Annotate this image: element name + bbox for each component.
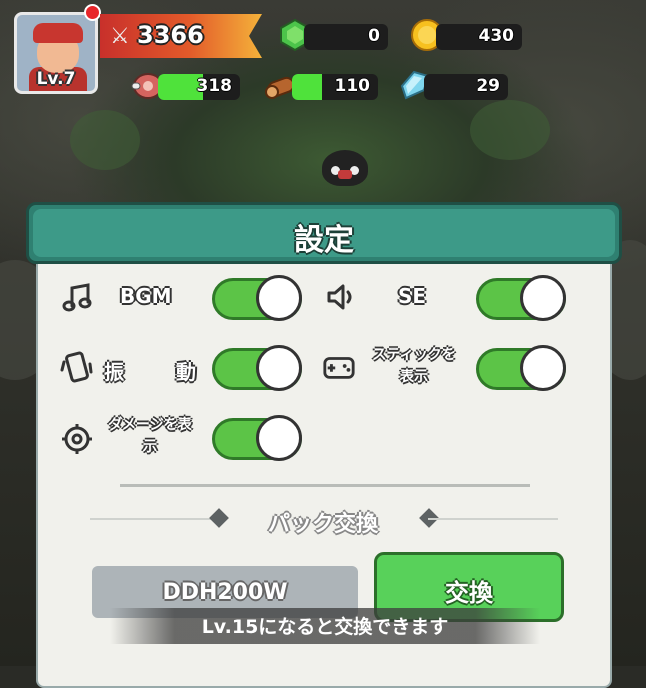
toggle-knob: [256, 415, 302, 461]
creature-mouth: [338, 170, 352, 179]
exchange-button-label: 交換: [445, 579, 493, 607]
vibration-phone-icon: [60, 351, 93, 383]
toggle-knob: [520, 275, 566, 321]
wood-fill-bar: [292, 74, 323, 100]
combat-power-value: 3366: [137, 21, 204, 49]
background-bush: [470, 100, 550, 160]
player-avatar[interactable]: Lv.7: [14, 12, 98, 94]
damage-display-toggle[interactable]: [212, 415, 302, 461]
meat-counter: 318: [158, 74, 240, 100]
pack-exchange-title: パック交換: [267, 512, 378, 537]
notification-dot: [84, 4, 101, 21]
gamepad-icon: [323, 357, 355, 379]
avatar-hat: [33, 23, 83, 43]
combat-power-bar: ⚔ 3366: [100, 14, 262, 58]
crossed-swords-icon: ⚔: [110, 24, 130, 49]
divider: [120, 484, 530, 487]
enemy-creature: [322, 150, 368, 186]
crystal-count: 29: [476, 76, 500, 96]
wood-count: 110: [334, 76, 371, 96]
bgm-toggle[interactable]: [212, 275, 302, 321]
speaker-icon: [327, 284, 352, 310]
coin-count: 430: [478, 26, 515, 46]
stick-label: スティックを 表示: [366, 344, 462, 388]
vibration-label-2: 動: [176, 360, 196, 384]
player-level: Lv.7: [36, 69, 76, 89]
toggle-knob: [256, 275, 302, 321]
coin-counter: 430: [436, 24, 522, 50]
stick-label-line1: スティックを: [372, 347, 456, 363]
damage-label-line2: 示: [143, 439, 157, 455]
damage-display-label: ダメージを表 示: [102, 414, 198, 458]
bgm-label: BGM: [120, 284, 172, 308]
gem-count: 0: [368, 26, 380, 46]
crystal-counter: 29: [424, 74, 508, 100]
settings-title: 設定: [294, 223, 354, 258]
stick-label-line2: 表示: [400, 369, 428, 385]
toggle-knob: [520, 345, 566, 391]
music-note-icon: [62, 283, 92, 312]
section-line-right: [428, 518, 558, 520]
gem-counter: 0: [304, 24, 388, 50]
vibration-toggle[interactable]: [212, 345, 302, 391]
settings-header: 設定: [26, 202, 622, 264]
se-label: SE: [398, 284, 427, 308]
target-gear-icon: [62, 424, 92, 454]
se-toggle[interactable]: [476, 275, 566, 321]
stick-display-toggle[interactable]: [476, 345, 566, 391]
exchange-notice: Lv.15になると交換できます: [110, 608, 540, 644]
background-bush: [70, 110, 140, 170]
meat-count: 318: [196, 76, 233, 96]
vibration-label-1: 振: [104, 360, 124, 384]
toggle-knob: [256, 345, 302, 391]
wood-counter: 110: [292, 74, 378, 100]
damage-label-line1: ダメージを表: [108, 417, 192, 433]
